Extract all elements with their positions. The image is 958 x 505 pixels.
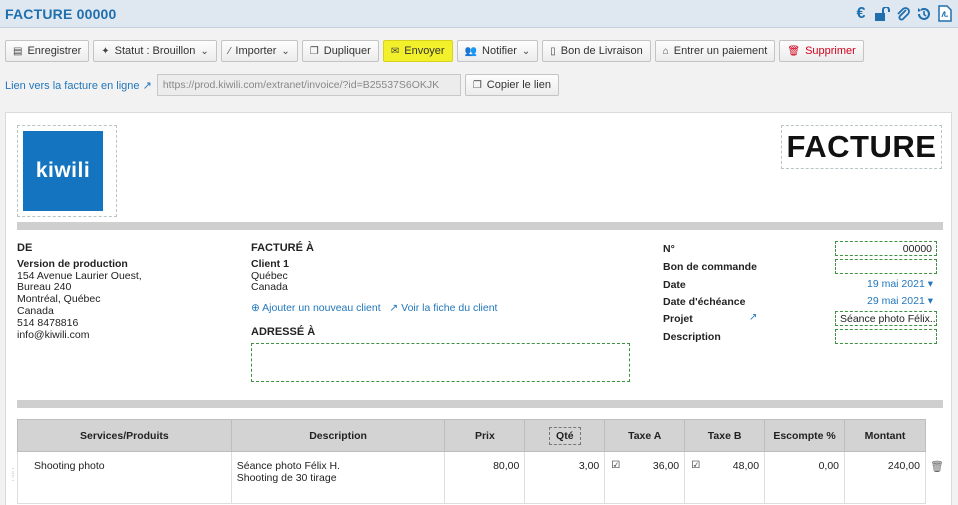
amount-cell: 240,00 [844, 451, 926, 504]
save-button[interactable]: ▤ Enregistrer [5, 40, 90, 62]
delivery-note-button[interactable]: ▯ Bon de Livraison [542, 40, 651, 62]
column-header: Taxe A [604, 419, 686, 452]
checkbox-checked-icon[interactable]: ☑ [690, 460, 700, 471]
column-header: Description [230, 419, 446, 452]
pdf-icon[interactable] [936, 4, 954, 23]
add-client-link[interactable]: ⊕ Ajouter un nouveau client [251, 302, 381, 314]
toolbar: ▤ Enregistrer ✦ Statut : Brouillon ⌄ ⁄ Impor… [5, 40, 864, 62]
invoice-number-field[interactable]: 00000 [835, 241, 937, 256]
column-header-qty: Qté [524, 419, 606, 452]
kiwili-logo: kiwili [23, 131, 103, 211]
ship-to-heading-wrap: ADRESSÉ À [251, 326, 316, 343]
column-header: Escompte % [764, 419, 845, 452]
divider [17, 400, 943, 408]
paperclip-icon[interactable] [894, 4, 912, 23]
description-field[interactable] [835, 329, 937, 344]
date-picker[interactable]: 19 mai 2021 ▾ [835, 277, 937, 292]
users-icon: 👥 [464, 45, 478, 57]
envelope-icon: ✉ [390, 45, 400, 57]
online-link-row: Lien vers la facture en ligne ↗ https://… [5, 74, 559, 96]
status-dropdown[interactable]: ✦ Statut : Brouillon ⌄ [93, 40, 217, 62]
document-title: FACTURE [786, 129, 937, 164]
table-header-row: Services/Produits Description Prix Qté T… [17, 419, 926, 452]
external-link-icon: ↗ [142, 79, 152, 92]
column-header: Services/Produits [17, 419, 232, 452]
file-pdf-icon: ▯ [550, 45, 556, 57]
view-client-link[interactable]: ↗ Voir la fiche du client [389, 302, 497, 314]
chevron-down-icon: ⌄ [200, 45, 209, 57]
magic-wand-icon: ⁄ [228, 45, 231, 57]
chevron-down-icon: ⌄ [521, 45, 531, 57]
qty-cell[interactable]: 3,00 [524, 451, 606, 504]
description-cell[interactable]: Séance photo Félix H. Shooting de 30 tir… [230, 451, 446, 504]
drag-handle-icon[interactable]: ⋮ ⋮ [8, 468, 18, 483]
external-link-icon[interactable]: ↗ [749, 312, 757, 323]
po-field[interactable] [835, 259, 937, 274]
import-dropdown[interactable]: ⁄ Importer ⌄ [220, 40, 298, 62]
chevron-down-icon: ⌄ [281, 45, 290, 57]
duplicate-button[interactable]: ❐ Dupliquer [301, 40, 379, 62]
copy-icon: ❐ [309, 45, 319, 57]
column-header: Taxe B [684, 419, 766, 452]
history-icon[interactable] [915, 4, 933, 23]
column-header: Prix [444, 419, 526, 452]
due-date-picker[interactable]: 29 mai 2021 ▾ [835, 294, 937, 309]
project-label: Projet [663, 313, 693, 325]
title-bar: FACTURE 00000 € [0, 0, 958, 28]
trash-icon: 🗑 [787, 45, 801, 57]
divider [17, 222, 943, 230]
logo-dropzone[interactable]: kiwili [17, 125, 117, 217]
client-name[interactable]: Client 1 [251, 258, 551, 271]
enter-payment-button[interactable]: ⌂ Entrer un paiement [654, 40, 776, 62]
project-field[interactable]: Séance photo Félix... [835, 311, 937, 326]
table-row: Shooting photo Séance photo Félix H. Sho… [17, 451, 926, 504]
invoice-document: kiwili FACTURE DE Version de production … [5, 112, 952, 505]
copy-icon: ❐ [472, 79, 482, 91]
euro-icon[interactable]: € [852, 4, 870, 23]
save-icon: ▤ [13, 45, 23, 57]
delete-button[interactable]: 🗑 Supprimer [779, 40, 864, 62]
line-items-table: Services/Produits Description Prix Qté T… [17, 419, 926, 504]
po-label: Bon de commande [663, 261, 757, 273]
invoice-number-label: N° [663, 243, 675, 255]
tags-icon: ✦ [101, 45, 110, 57]
from-address: DE Version de production 154 Avenue Laur… [17, 242, 142, 341]
product-cell[interactable]: Shooting photo [17, 451, 232, 504]
column-header: Montant [844, 419, 926, 452]
page-title: FACTURE 00000 [5, 6, 117, 22]
discount-cell[interactable]: 0,00 [764, 451, 845, 504]
send-button[interactable]: ✉ Envoyer [382, 40, 453, 62]
bank-icon: ⌂ [662, 45, 669, 57]
copy-link-button[interactable]: ❐ Copier le lien [464, 74, 559, 96]
tax-a-cell[interactable]: ☑ 36,00 [604, 451, 686, 504]
external-link-icon: ↗ [389, 302, 399, 315]
ship-to-address-field[interactable] [251, 343, 630, 382]
caret-down-icon: ▾ [927, 295, 933, 307]
description-label: Description [663, 331, 721, 343]
ship-to-heading: ADRESSÉ À [251, 326, 316, 338]
due-date-label: Date d'échéance [663, 296, 746, 308]
invoice-url-field[interactable]: https://prod.kiwili.com/extranet/invoice… [156, 74, 461, 96]
plus-circle-icon: ⊕ [251, 302, 260, 315]
document-title-box[interactable]: FACTURE [781, 125, 942, 169]
billed-to: FACTURÉ À Client 1 Québec Canada ⊕ Ajout… [251, 242, 551, 315]
checkbox-checked-icon[interactable]: ☑ [610, 460, 620, 471]
tax-b-cell[interactable]: ☑ 48,00 [684, 451, 766, 504]
caret-down-icon: ▾ [927, 278, 933, 290]
unlock-icon[interactable] [873, 4, 891, 23]
trash-icon[interactable]: 🗑 [930, 460, 944, 473]
notify-dropdown[interactable]: 👥 Notifier ⌄ [456, 40, 539, 62]
price-cell[interactable]: 80,00 [444, 451, 526, 504]
online-invoice-link[interactable]: Lien vers la facture en ligne ↗ [5, 79, 152, 92]
top-icon-group: € [852, 4, 954, 23]
date-label: Date [663, 279, 686, 291]
